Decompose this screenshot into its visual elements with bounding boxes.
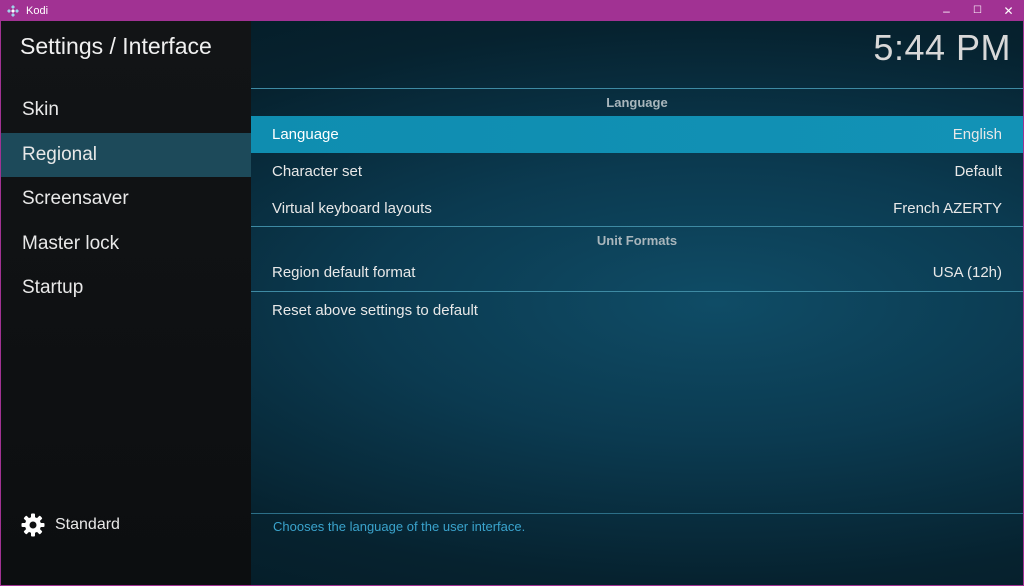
clock: 5:44 PM xyxy=(873,27,1011,68)
setting-region-default-format[interactable]: Region default format USA (12h) xyxy=(251,254,1023,291)
sidebar-item-master-lock[interactable]: Master lock xyxy=(1,222,251,266)
help-divider xyxy=(251,513,1023,514)
sidebar: Settings / Interface Skin Regional Scree… xyxy=(1,21,251,585)
maximize-button[interactable]: ☐ xyxy=(962,0,993,21)
gear-icon xyxy=(21,513,45,537)
setting-language-label: Language xyxy=(272,126,339,143)
settings-level-button[interactable]: Standard xyxy=(21,513,120,537)
close-button[interactable]: ✕ xyxy=(993,0,1024,21)
setting-virtual-keyboard-layouts-value: French AZERTY xyxy=(893,200,1002,217)
kodi-window: Settings / Interface Skin Regional Scree… xyxy=(1,21,1023,585)
sidebar-item-startup[interactable]: Startup xyxy=(1,266,251,310)
setting-virtual-keyboard-layouts[interactable]: Virtual keyboard layouts French AZERTY xyxy=(251,190,1023,227)
settings-level-label: Standard xyxy=(55,516,120,533)
setting-character-set-value: Default xyxy=(954,163,1002,180)
sidebar-item-skin[interactable]: Skin xyxy=(1,88,251,132)
setting-character-set[interactable]: Character set Default xyxy=(251,153,1023,190)
setting-region-default-format-value: USA (12h) xyxy=(932,264,1002,281)
group-header-unit-formats: Unit Formats xyxy=(251,226,1023,254)
window-title: Kodi xyxy=(26,4,49,17)
setting-virtual-keyboard-layouts-label: Virtual keyboard layouts xyxy=(272,200,432,217)
setting-language-value: English xyxy=(952,126,1002,143)
page-title: Settings / Interface xyxy=(20,33,212,59)
setting-reset-defaults-label: Reset above settings to default xyxy=(272,302,478,319)
setting-language[interactable]: Language English xyxy=(251,116,1023,153)
help-text: Chooses the language of the user interfa… xyxy=(273,519,526,534)
window-controls: – ☐ ✕ xyxy=(931,0,1024,21)
setting-region-default-format-label: Region default format xyxy=(272,264,416,281)
setting-character-set-label: Character set xyxy=(272,163,363,180)
minimize-button[interactable]: – xyxy=(931,0,962,21)
setting-reset-defaults[interactable]: Reset above settings to default xyxy=(251,292,1023,329)
sidebar-item-screensaver[interactable]: Screensaver xyxy=(1,177,251,221)
kodi-logo-icon xyxy=(6,4,20,18)
sidebar-item-regional[interactable]: Regional xyxy=(1,133,251,177)
group-header-language: Language xyxy=(251,88,1023,116)
window-titlebar: Kodi – ☐ ✕ xyxy=(0,0,1024,21)
